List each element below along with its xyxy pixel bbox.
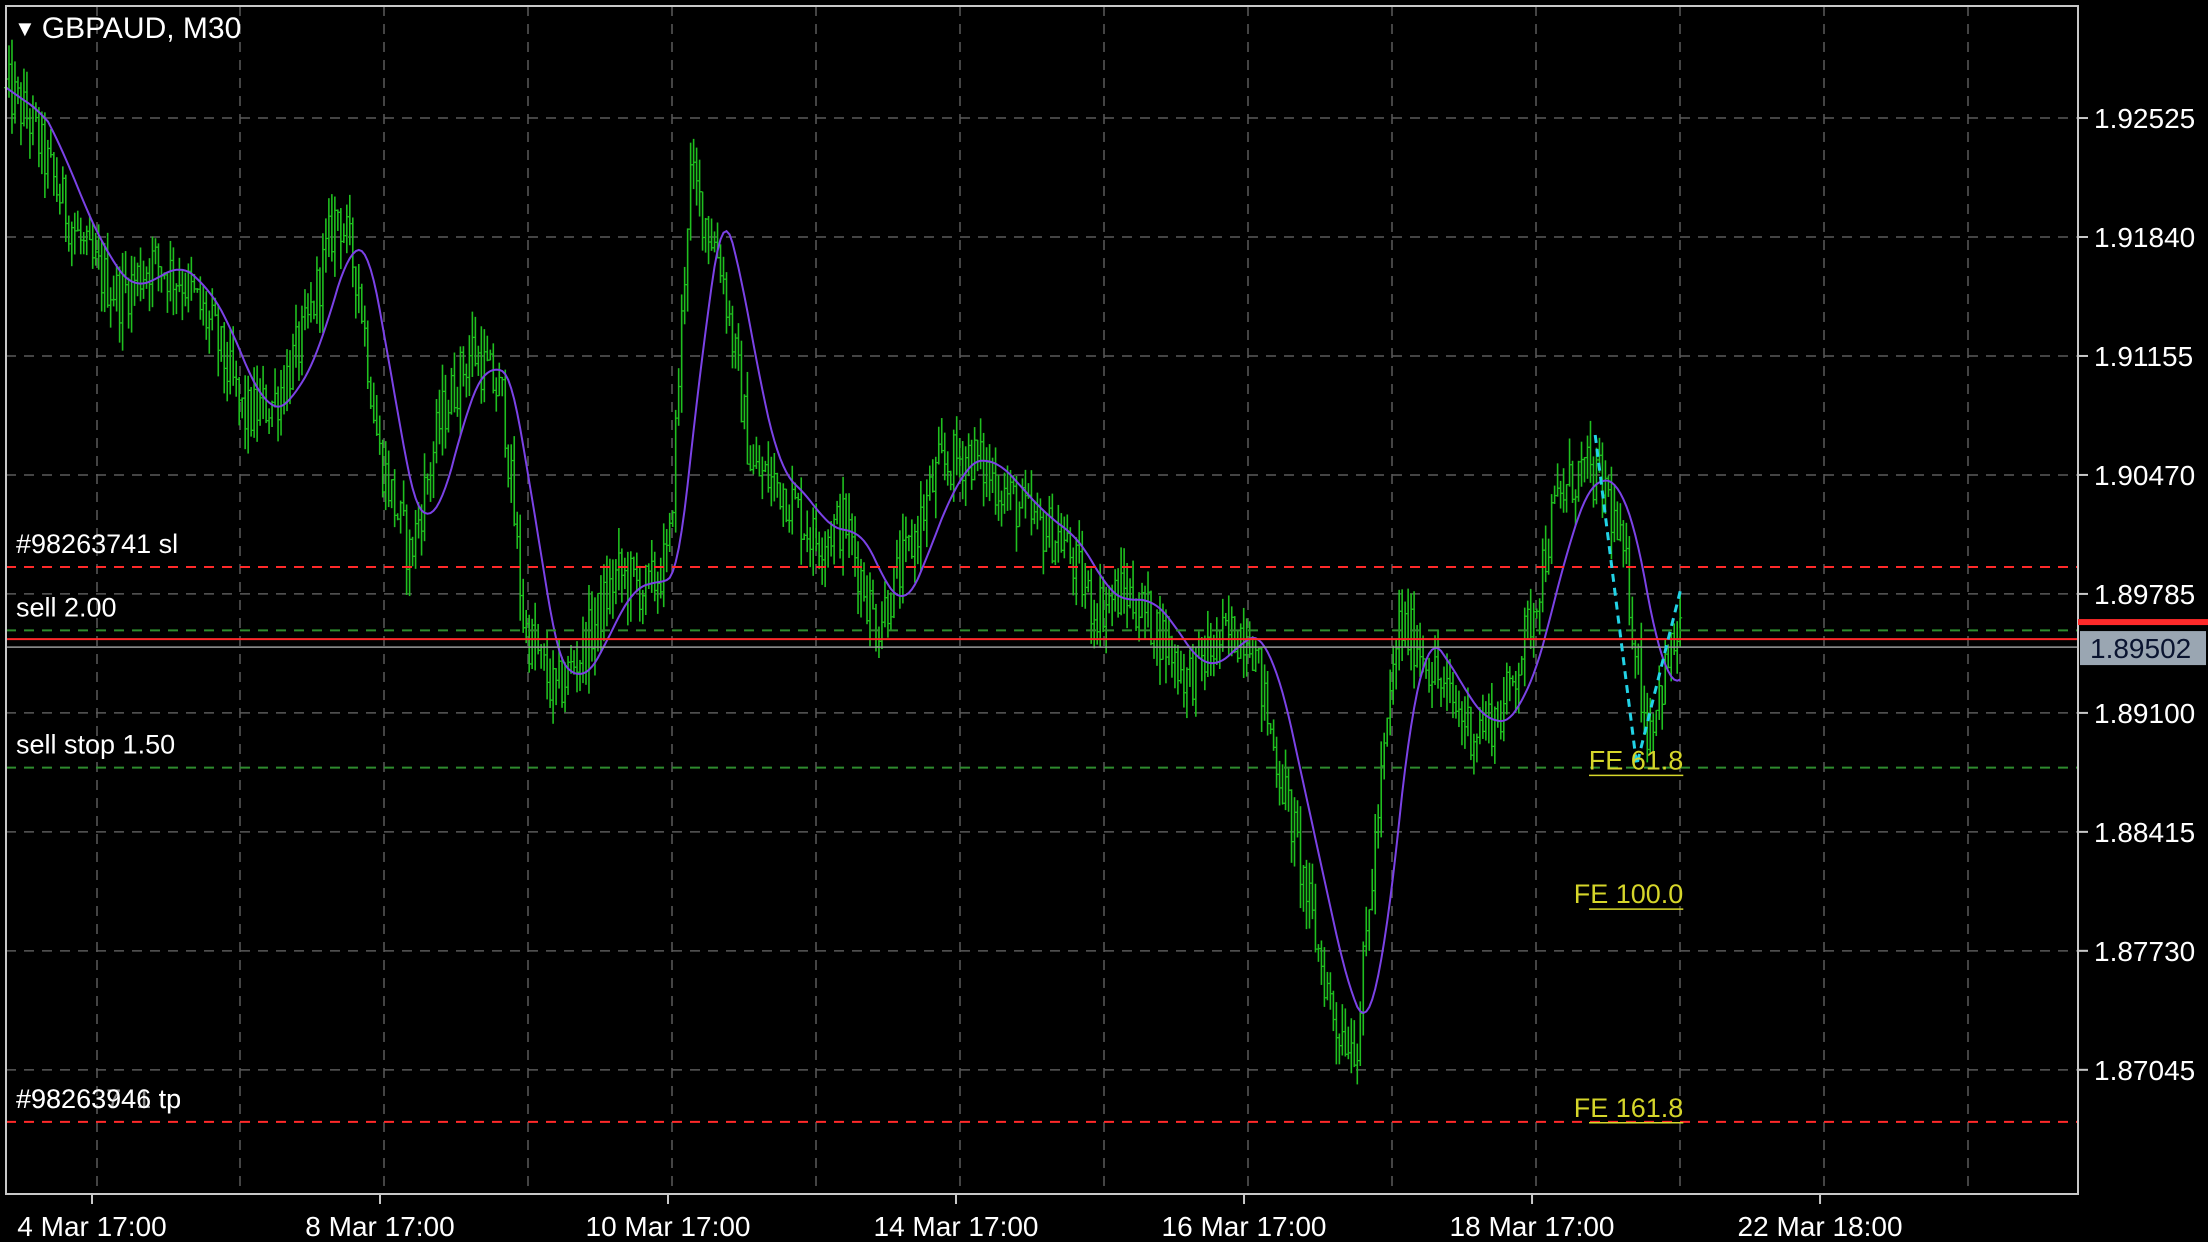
level-label-overlap: #98263741 tp: [16, 1084, 181, 1114]
level-label[interactable]: #98263741 sl: [16, 529, 178, 559]
y-tick-label: 1.91155: [2094, 341, 2193, 372]
y-tick-label: 1.89100: [2094, 698, 2195, 729]
y-tick-label: 1.87045: [2094, 1055, 2195, 1086]
price-axis[interactable]: 1.92525 1.91840 1.91155 1.90470 1.89785 1.891…: [2078, 103, 2195, 1086]
x-tick-label: 14 Mar 17:00: [874, 1211, 1039, 1242]
symbol-title: GBPAUD, M30: [41, 12, 242, 45]
y-tick-label: 1.89785: [2094, 579, 2195, 610]
x-tick-label: 4 Mar 17:00: [17, 1211, 166, 1242]
fibo-level-label: FE 61.8: [1589, 745, 1684, 775]
current-price-label: 1.89502: [2090, 633, 2191, 664]
fibo-level-label: FE 161.8: [1574, 1093, 1684, 1123]
y-tick-label: 1.91840: [2094, 222, 2195, 253]
level-label[interactable]: sell 2.00: [16, 592, 117, 622]
x-tick-label: 22 Mar 18:00: [1738, 1211, 1903, 1242]
x-tick-label: 18 Mar 17:00: [1450, 1211, 1615, 1242]
triangle-down-icon: ▼: [14, 16, 36, 41]
y-tick-label: 1.90470: [2094, 460, 2195, 491]
x-tick-label: 10 Mar 17:00: [586, 1211, 751, 1242]
y-tick-label: 1.92525: [2094, 103, 2195, 134]
price-line-marker: [2078, 619, 2208, 626]
level-label[interactable]: sell stop 1.50: [16, 730, 175, 760]
symbol-selector[interactable]: ▼ GBPAUD, M30: [14, 12, 241, 46]
fibo-level-label: FE 100.0: [1574, 879, 1684, 909]
x-tick-label: 8 Mar 17:00: [305, 1211, 454, 1242]
x-tick-label: 16 Mar 17:00: [1162, 1211, 1327, 1242]
y-tick-label: 1.87730: [2094, 936, 2195, 967]
price-chart[interactable]: #98263741 sl sell 2.00 sell stop 1.50 #9826…: [0, 0, 2208, 1242]
y-tick-label: 1.88415: [2094, 817, 2195, 848]
